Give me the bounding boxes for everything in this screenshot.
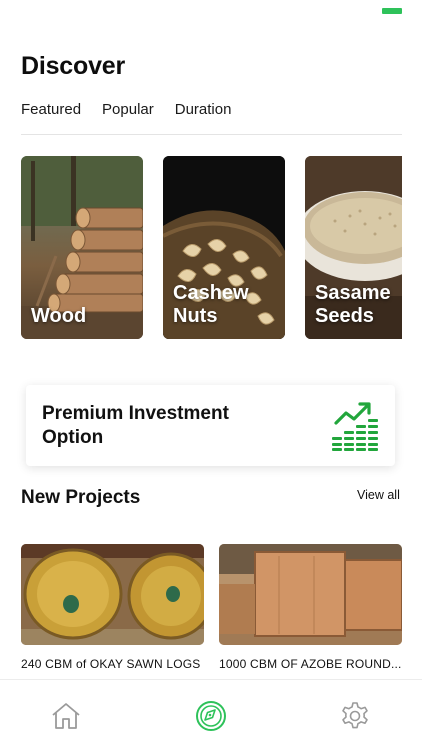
category-card-cashew[interactable]: Cashew Nuts <box>163 156 285 339</box>
category-label: Sasame Seeds <box>315 282 391 327</box>
view-all-link[interactable]: View all <box>357 488 400 502</box>
tab-popular[interactable]: Popular <box>102 101 154 118</box>
growth-chart-icon <box>332 402 378 451</box>
battery-indicator <box>382 8 402 14</box>
category-label: Cashew Nuts <box>173 282 249 327</box>
project-thumbnail <box>21 544 204 645</box>
tab-discover[interactable] <box>195 700 227 732</box>
home-icon <box>52 703 80 729</box>
bottom-tab-bar <box>0 679 422 750</box>
section-title: New Projects <box>21 487 141 508</box>
project-thumbnail <box>219 544 402 645</box>
category-carousel[interactable]: Wood Cashew Nuts Sasame Seeds <box>21 156 402 340</box>
project-card[interactable]: 1000 CBM OF AZOBE ROUND... <box>219 544 402 671</box>
filter-tabs: Featured Popular Duration <box>21 101 231 118</box>
gear-icon <box>342 702 368 729</box>
category-card-seeds[interactable]: Sasame Seeds <box>305 156 402 339</box>
tab-duration[interactable]: Duration <box>175 101 232 118</box>
premium-label: Premium Investment Option <box>42 403 229 448</box>
project-card[interactable]: 240 CBM of OKAY SAWN LOGS <box>21 544 204 671</box>
category-card-wood[interactable]: Wood <box>21 156 143 339</box>
filter-divider <box>21 134 402 135</box>
compass-icon <box>196 701 226 731</box>
project-caption: 1000 CBM OF AZOBE ROUND... <box>219 657 402 671</box>
page-title: Discover <box>21 52 126 80</box>
premium-investment-card[interactable]: Premium Investment Option <box>26 385 395 466</box>
tab-settings[interactable] <box>339 700 371 732</box>
category-label: Wood <box>31 305 87 327</box>
tab-featured[interactable]: Featured <box>21 101 81 118</box>
project-caption: 240 CBM of OKAY SAWN LOGS <box>21 657 201 671</box>
tab-home[interactable] <box>50 700 82 732</box>
